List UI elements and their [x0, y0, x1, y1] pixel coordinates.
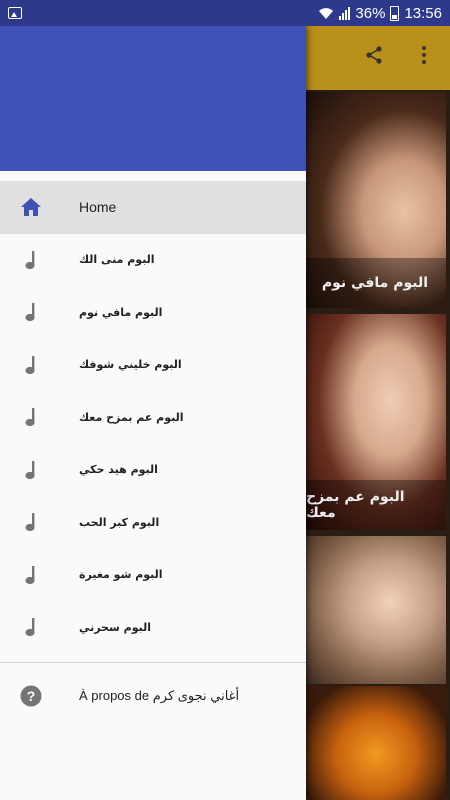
album-card[interactable] — [306, 686, 446, 800]
gallery-notification-icon — [8, 7, 22, 19]
menu-item-label: البوم منى الك — [79, 253, 155, 267]
music-note-icon — [20, 406, 42, 428]
music-note-icon — [20, 354, 42, 376]
menu-item-label: البوم خليني شوفك — [79, 358, 182, 372]
clock: 13:56 — [404, 4, 442, 22]
battery-icon — [390, 5, 400, 21]
menu-item-home[interactable]: Home — [0, 181, 306, 234]
svg-text:?: ? — [27, 688, 36, 704]
menu-item-album[interactable]: البوم سحرني — [0, 601, 306, 654]
album-caption: البوم عم بمزح معك — [306, 480, 446, 530]
home-icon — [20, 196, 42, 218]
menu-item-label: البوم هيد حكي — [79, 463, 158, 477]
album-card[interactable]: البوم مافي نوم — [306, 92, 446, 308]
help-icon: ? — [20, 685, 42, 707]
music-note-icon — [20, 511, 42, 533]
menu-item-label: Home — [79, 199, 117, 216]
album-caption: البوم مافي نوم — [306, 258, 446, 308]
music-note-icon — [20, 459, 42, 481]
menu-item-album[interactable]: البوم كبر الحب — [0, 496, 306, 549]
share-icon[interactable] — [362, 45, 386, 71]
menu-item-label: البوم مافي نوم — [79, 305, 163, 319]
status-right: 36% 13:56 — [318, 5, 442, 22]
signal-icon — [339, 6, 351, 20]
music-note-icon — [20, 301, 42, 323]
menu-item-album[interactable]: البوم منى الك — [0, 234, 306, 287]
menu-item-label: البوم شو مغيرة — [79, 568, 163, 582]
menu-item-album[interactable]: البوم هيد حكي — [0, 444, 306, 497]
navigation-drawer: Home البوم منى الك البوم مافي نوم البوم … — [0, 26, 306, 800]
wifi-icon — [318, 6, 334, 20]
menu-item-label: البوم عم بمزح معك — [79, 410, 184, 424]
album-card[interactable] — [306, 536, 446, 684]
menu-item-label: البوم كبر الحب — [79, 515, 160, 529]
album-photo — [306, 686, 446, 800]
battery-percent: 36% — [355, 4, 386, 22]
album-card[interactable]: البوم عم بمزح معك — [306, 314, 446, 530]
about-label: À propos de أغاني نجوى كرم — [79, 687, 240, 703]
music-note-icon — [20, 616, 42, 638]
more-vert-icon[interactable] — [412, 45, 436, 71]
drawer-header — [0, 26, 306, 171]
menu-item-about[interactable]: ? À propos de أغاني نجوى كرم — [0, 663, 306, 729]
status-bar: 36% 13:56 — [0, 0, 450, 26]
drawer-menu: Home البوم منى الك البوم مافي نوم البوم … — [0, 171, 306, 729]
menu-item-album[interactable]: البوم شو مغيرة — [0, 549, 306, 602]
album-photo — [306, 536, 446, 684]
music-note-icon — [20, 564, 42, 586]
menu-item-label: البوم سحرني — [79, 620, 152, 634]
music-note-icon — [20, 249, 42, 271]
menu-item-album[interactable]: البوم عم بمزح معك — [0, 391, 306, 444]
menu-item-album[interactable]: البوم مافي نوم — [0, 286, 306, 339]
menu-item-album[interactable]: البوم خليني شوفك — [0, 339, 306, 392]
